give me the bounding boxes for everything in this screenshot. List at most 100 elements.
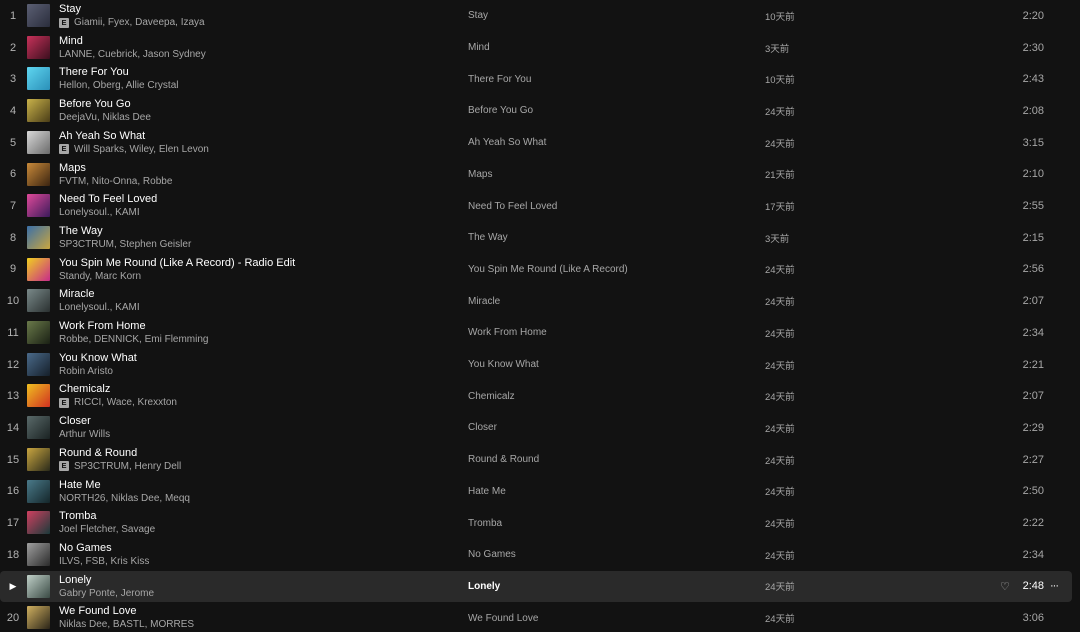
track-artists[interactable]: Giamii, Fyex, Daveepa, Izaya	[74, 16, 205, 29]
track-artists[interactable]: SP3CTRUM, Stephen Geisler	[59, 238, 191, 251]
track-album[interactable]: Stay	[468, 0, 488, 32]
track-number[interactable]: 18	[0, 539, 26, 571]
track-album[interactable]: The Way	[468, 222, 508, 254]
track-title[interactable]: Closer	[59, 415, 452, 428]
track-row[interactable]: 15 Round & Round E SP3CTRUM, Henry Dell Roun…	[0, 444, 1072, 476]
track-title[interactable]: Work From Home	[59, 320, 452, 333]
track-number[interactable]: 8	[0, 222, 26, 254]
track-album[interactable]: Ah Yeah So What	[468, 127, 546, 159]
track-number[interactable]: 9	[0, 254, 26, 286]
track-title[interactable]: You Spin Me Round (Like A Record) - Radi…	[59, 257, 452, 270]
track-number[interactable]: 7	[0, 190, 26, 222]
track-artists[interactable]: Niklas Dee, BASTL, MORRES	[59, 618, 194, 631]
track-album[interactable]: Chemicalz	[468, 380, 515, 412]
track-album[interactable]: You Know What	[468, 349, 539, 381]
track-artists[interactable]: ILVS, FSB, Kris Kiss	[59, 555, 149, 568]
track-artists[interactable]: NORTH26, Niklas Dee, Meqq	[59, 492, 190, 505]
track-number[interactable]: 15	[0, 444, 26, 476]
track-title[interactable]: Round & Round	[59, 447, 452, 460]
track-album[interactable]: Maps	[468, 159, 492, 191]
track-number[interactable]: 4	[0, 95, 26, 127]
track-title[interactable]: The Way	[59, 225, 452, 238]
play-icon[interactable]: ▶	[10, 581, 17, 592]
track-album[interactable]: Closer	[468, 412, 497, 444]
track-artists[interactable]: Lonelysoul., KAMI	[59, 206, 140, 219]
track-row[interactable]: 1 Stay E Giamii, Fyex, Daveepa, Izaya Stay 10…	[0, 0, 1072, 32]
track-row[interactable]: ▶ Lonely Gabry Ponte, Jerome Lonely 24天前 ♡ ···…	[0, 570, 1072, 603]
track-artists[interactable]: Arthur Wills	[59, 428, 110, 441]
track-row[interactable]: 6 Maps FVTM, Nito-Onna, Robbe Maps 21天前 2:10	[0, 159, 1072, 191]
more-options-icon[interactable]: ···	[1050, 571, 1059, 603]
track-artists[interactable]: FVTM, Nito-Onna, Robbe	[59, 175, 172, 188]
track-artists[interactable]: Joel Fletcher, Savage	[59, 523, 155, 536]
track-number[interactable]: 10	[0, 285, 26, 317]
track-artists[interactable]: RICCI, Wace, Krexxton	[74, 396, 177, 409]
track-number[interactable]: 17	[0, 507, 26, 539]
track-title[interactable]: Stay	[59, 3, 452, 16]
track-album[interactable]: You Spin Me Round (Like A Record)	[468, 254, 628, 286]
track-number[interactable]: 20	[0, 602, 26, 632]
track-title[interactable]: Mind	[59, 35, 452, 48]
track-number[interactable]: 16	[0, 476, 26, 508]
track-artists[interactable]: Lonelysoul., KAMI	[59, 301, 140, 314]
track-number[interactable]: 1	[0, 0, 26, 32]
track-artists[interactable]: Robin Aristo	[59, 365, 113, 378]
track-row[interactable]: 4 Before You Go DeejaVu, Niklas Dee Before …	[0, 95, 1072, 127]
track-title[interactable]: We Found Love	[59, 605, 452, 618]
track-album[interactable]: Mind	[468, 32, 490, 64]
track-title[interactable]: Maps	[59, 162, 452, 175]
track-title[interactable]: Tromba	[59, 510, 452, 523]
track-artists[interactable]: LANNE, Cuebrick, Jason Sydney	[59, 48, 206, 61]
track-album[interactable]: No Games	[468, 539, 516, 571]
track-title[interactable]: Ah Yeah So What	[59, 130, 452, 143]
track-number[interactable]: 5	[0, 127, 26, 159]
track-row[interactable]: 5 Ah Yeah So What E Will Sparks, Wiley, Ele…	[0, 127, 1072, 159]
track-artists[interactable]: Will Sparks, Wiley, Elen Levon	[74, 143, 209, 156]
track-album[interactable]: Hate Me	[468, 476, 506, 508]
track-row[interactable]: 10 Miracle Lonelysoul., KAMI Miracle 24天前 2:0…	[0, 285, 1072, 317]
play-icon[interactable]: ▶	[0, 571, 26, 603]
track-number[interactable]: 11	[0, 317, 26, 349]
track-row[interactable]: 16 Hate Me NORTH26, Niklas Dee, Meqq Hate M…	[0, 476, 1072, 508]
track-number[interactable]: 3	[0, 63, 26, 95]
track-album[interactable]: Lonely	[468, 571, 500, 603]
track-album[interactable]: We Found Love	[468, 602, 538, 632]
track-title[interactable]: Miracle	[59, 288, 452, 301]
track-row[interactable]: 3 There For You Hellon, Oberg, Allie Cryst…	[0, 63, 1072, 95]
track-row[interactable]: 8 The Way SP3CTRUM, Stephen Geisler The Way…	[0, 222, 1072, 254]
track-title[interactable]: Lonely	[59, 574, 452, 587]
track-row[interactable]: 12 You Know What Robin Aristo You Know What…	[0, 349, 1072, 381]
track-row[interactable]: 11 Work From Home Robbe, DENNICK, Emi Flem…	[0, 317, 1072, 349]
track-title[interactable]: Hate Me	[59, 479, 452, 492]
track-title[interactable]: There For You	[59, 66, 452, 79]
track-album[interactable]: Before You Go	[468, 95, 533, 127]
track-artists[interactable]: Robbe, DENNICK, Emi Flemming	[59, 333, 208, 346]
track-number[interactable]: 13	[0, 380, 26, 412]
track-row[interactable]: 13 Chemicalz E RICCI, Wace, Krexxton Chemica…	[0, 380, 1072, 412]
track-row[interactable]: 20 We Found Love Niklas Dee, BASTL, MORRES…	[0, 602, 1072, 632]
track-title[interactable]: You Know What	[59, 352, 452, 365]
track-row[interactable]: 2 Mind LANNE, Cuebrick, Jason Sydney Mind 3天…	[0, 32, 1072, 64]
track-row[interactable]: 17 Tromba Joel Fletcher, Savage Tromba 24天前 2…	[0, 507, 1072, 539]
track-number[interactable]: 6	[0, 159, 26, 191]
track-album[interactable]: Need To Feel Loved	[468, 190, 557, 222]
track-album[interactable]: Round & Round	[468, 444, 539, 476]
track-number[interactable]: 14	[0, 412, 26, 444]
track-title[interactable]: Chemicalz	[59, 383, 452, 396]
track-album[interactable]: Tromba	[468, 507, 502, 539]
track-row[interactable]: 14 Closer Arthur Wills Closer 24天前 2:29	[0, 412, 1072, 444]
track-title[interactable]: No Games	[59, 542, 452, 555]
track-artists[interactable]: SP3CTRUM, Henry Dell	[74, 460, 181, 473]
heart-icon[interactable]: ♡	[1000, 571, 1010, 603]
track-title[interactable]: Need To Feel Loved	[59, 193, 452, 206]
track-number[interactable]: 2	[0, 32, 26, 64]
track-artists[interactable]: DeejaVu, Niklas Dee	[59, 111, 151, 124]
track-title[interactable]: Before You Go	[59, 98, 452, 111]
track-album[interactable]: Work From Home	[468, 317, 547, 349]
track-row[interactable]: 9 You Spin Me Round (Like A Record) - Rad…	[0, 254, 1072, 286]
track-album[interactable]: Miracle	[468, 285, 500, 317]
track-artists[interactable]: Gabry Ponte, Jerome	[59, 587, 154, 600]
track-row[interactable]: 7 Need To Feel Loved Lonelysoul., KAMI Need…	[0, 190, 1072, 222]
track-artists[interactable]: Standy, Marc Korn	[59, 270, 141, 283]
track-artists[interactable]: Hellon, Oberg, Allie Crystal	[59, 79, 179, 92]
